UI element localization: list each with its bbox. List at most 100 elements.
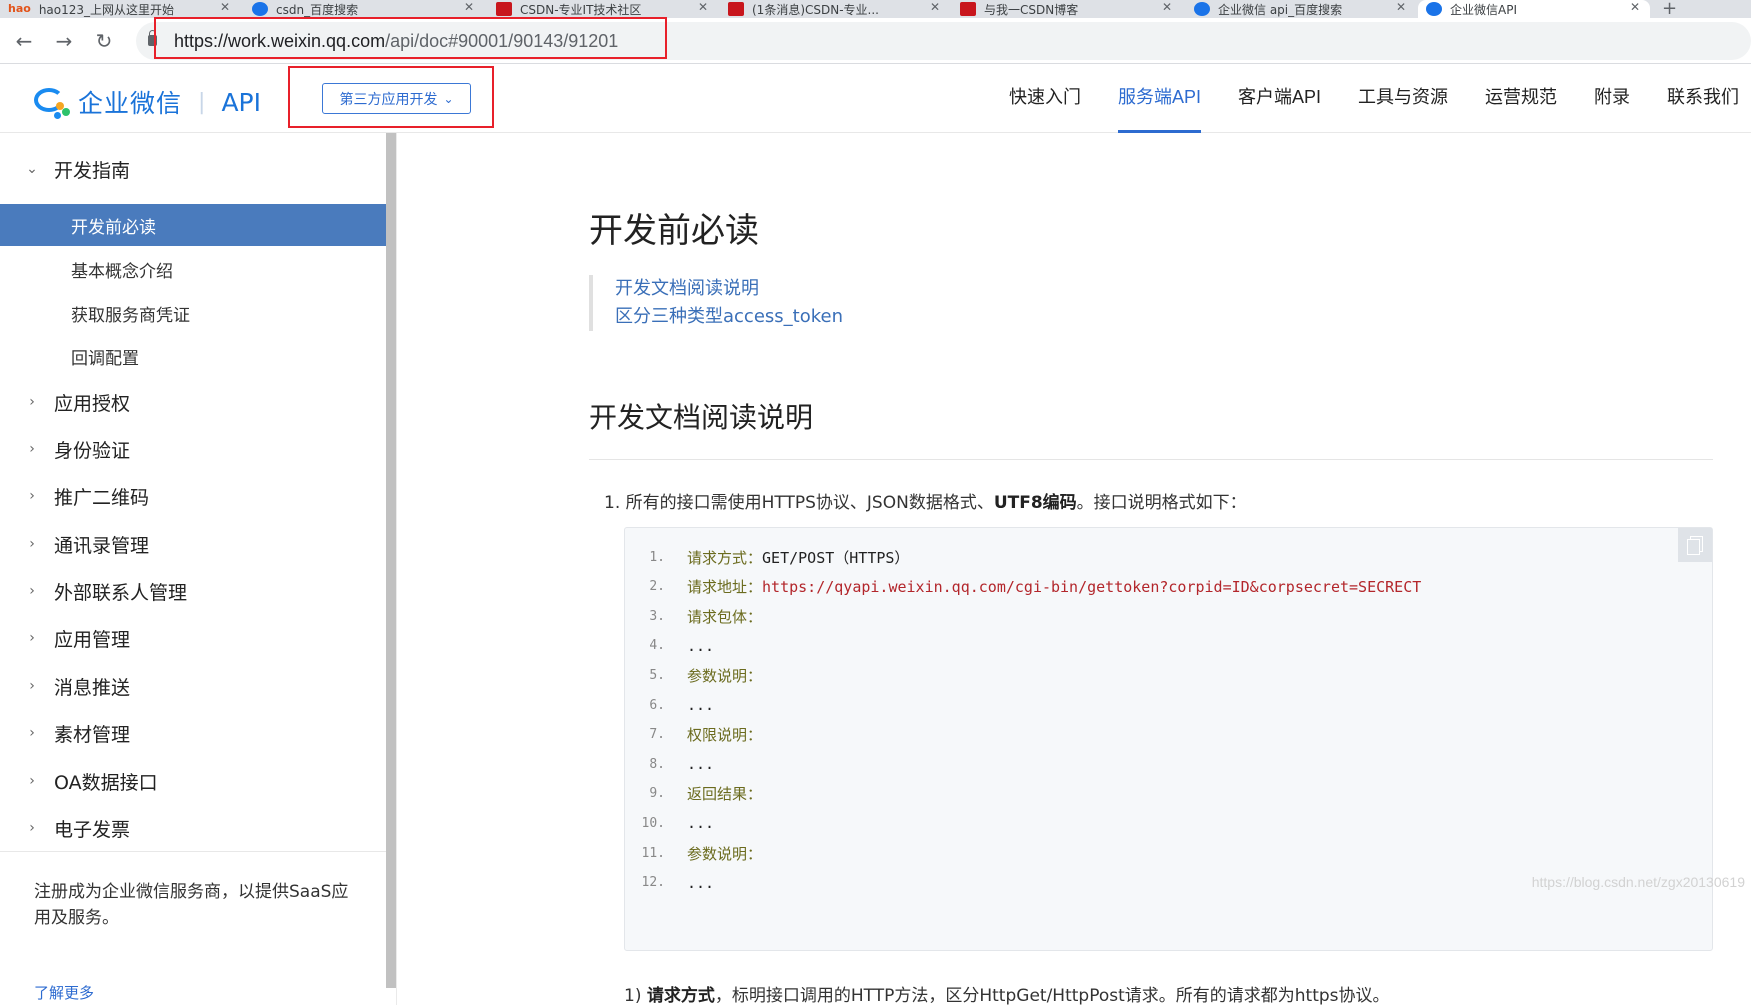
chevron-down-icon: ⌄ [443, 91, 454, 106]
code-line: 5. 参数说明： [625, 660, 762, 690]
tab-label: (1条消息)CSDN-专业... [752, 2, 879, 17]
browser-tab-strip: hao hao123_上网从这里开始 ✕ csdn_百度搜索 ✕ CSDN-专业… [0, 0, 1751, 18]
paragraph-text: ，标明接口调用的HTTP方法，区分HttpGet/HttpPost请求。所有的请… [714, 986, 1390, 1005]
sidebar-group-qrcode[interactable]: › 推广二维码 [0, 474, 386, 518]
address-bar[interactable]: https://work.weixin.qq.com/api/doc#90001… [136, 22, 1751, 60]
reload-icon[interactable]: ↻ [90, 28, 118, 56]
tab-label: 与我一CSDN博客 [984, 2, 1079, 17]
close-icon[interactable]: ✕ [698, 0, 708, 14]
paragraph-bold: 请求方式 [646, 986, 715, 1005]
browser-tab[interactable]: hao hao123_上网从这里开始 ✕ [0, 0, 240, 18]
app-type-dropdown[interactable]: 第三方应用开发 ⌄ [322, 83, 471, 114]
nav-server-api[interactable]: 服务端API [1117, 64, 1201, 133]
url-text[interactable]: https://work.weixin.qq.com/api/doc#90001… [174, 31, 618, 52]
scrollbar-thumb[interactable] [386, 133, 396, 988]
code-line-number: 11. [641, 845, 665, 861]
sidebar-group-contacts[interactable]: › 通讯录管理 [0, 522, 386, 566]
nav-client-api[interactable]: 客户端API [1238, 64, 1321, 133]
chevron-right-icon: › [29, 583, 35, 599]
code-line-text: ... [687, 637, 714, 655]
code-line-number: 5. [649, 667, 665, 683]
back-icon[interactable]: ← [10, 28, 38, 56]
section-divider [589, 459, 1713, 460]
browser-tab[interactable]: (1条消息)CSDN-专业... ✕ [720, 0, 950, 18]
sidebar-group-app-management[interactable]: › 应用管理 [0, 616, 386, 660]
code-line-text: ... [687, 755, 714, 773]
page-title: 开发前必读 [589, 211, 759, 251]
wecom-logo[interactable]: 企业微信 | API [34, 84, 261, 120]
sidebar-scrollbar[interactable] [386, 133, 396, 988]
code-line-text: ... [687, 814, 714, 832]
url-host: https://work.weixin.qq.com [174, 31, 386, 51]
wecom-icon [1426, 2, 1442, 16]
close-icon[interactable]: ✕ [1630, 0, 1640, 14]
code-line-text: 参数说明： [687, 843, 762, 864]
chevron-right-icon: › [29, 394, 35, 410]
chevron-right-icon: › [29, 678, 35, 694]
code-line-text: 请求包体： [687, 606, 762, 627]
sidebar-item-concepts[interactable]: 基本概念介绍 [0, 248, 386, 290]
url-path: /api/doc#90001/90143/91201 [385, 31, 619, 51]
code-line-value: ... [687, 755, 715, 774]
copy-icon[interactable] [1678, 528, 1712, 562]
code-line-text: 权限说明： [687, 724, 762, 745]
nav-operation-rules[interactable]: 运营规范 [1485, 64, 1557, 133]
sidebar-group-e-invoice[interactable]: › 电子发票 [0, 806, 386, 850]
hao123-icon: hao [8, 2, 31, 15]
brand-api: API [221, 87, 261, 117]
close-icon[interactable]: ✕ [464, 0, 474, 14]
learn-more-link[interactable]: 了解更多 [34, 982, 94, 1003]
nav-quickstart[interactable]: 快速入门 [1009, 64, 1081, 133]
lock-icon [148, 30, 157, 46]
toc-link-reading-guide[interactable]: 开发文档阅读说明 [615, 275, 843, 303]
browser-tab[interactable]: 与我一CSDN博客 ✕ [952, 0, 1182, 18]
code-line: 12.... [625, 868, 715, 898]
nav-contact[interactable]: 联系我们 [1667, 64, 1739, 133]
tab-label: 企业微信 api_百度搜索 [1218, 2, 1343, 17]
code-line-label: 请求方式： [687, 548, 763, 567]
sidebar-group-media[interactable]: › 素材管理 [0, 711, 386, 755]
code-line-value: ... [687, 696, 715, 714]
sidebar-group-dev-guide[interactable]: ⌄ 开发指南 [0, 147, 386, 191]
code-line: 4.... [625, 631, 714, 661]
code-line-label: 请求地址： [687, 578, 763, 597]
nav-tools[interactable]: 工具与资源 [1358, 64, 1448, 133]
toc-link-access-token[interactable]: 区分三种类型access_token [615, 303, 843, 331]
code-line-text: 请求地址：https://qyapi.weixin.qq.com/cgi-bin… [687, 576, 1421, 597]
code-line-number: 6. [649, 697, 665, 713]
code-line-text: 返回结果： [687, 783, 762, 804]
chevron-right-icon: › [29, 725, 35, 741]
code-line-value: GET/POST（HTTPS） [762, 548, 910, 567]
section-title: 开发文档阅读说明 [589, 401, 814, 434]
baidu-icon [252, 2, 268, 16]
browser-tab[interactable]: CSDN-专业IT技术社区 ✕ [488, 0, 718, 18]
code-line-value: ... [687, 814, 715, 833]
paragraph-text: 1. 所有的接口需使用HTTPS协议、JSON数据格式、 [604, 493, 994, 513]
sidebar-group-external-contacts[interactable]: › 外部联系人管理 [0, 569, 386, 613]
sidebar-item-callback[interactable]: 回调配置 [0, 335, 386, 377]
code-line-number: 12. [641, 875, 665, 891]
forward-icon[interactable]: → [50, 28, 78, 56]
wecom-logo-icon [34, 86, 72, 119]
sidebar-group-label: 外部联系人管理 [54, 581, 188, 604]
close-icon[interactable]: ✕ [220, 0, 230, 14]
tab-label: hao123_上网从这里开始 [38, 2, 175, 17]
watermark: https://blog.csdn.net/zgx20130619 [1531, 874, 1745, 890]
sidebar-item-provider-credential[interactable]: 获取服务商凭证 [0, 292, 386, 334]
sidebar-group-oa-data[interactable]: › OA数据接口 [0, 759, 386, 803]
sidebar-group-app-auth[interactable]: › 应用授权 [0, 380, 386, 424]
code-line-number: 1. [649, 549, 665, 565]
new-tab-button[interactable]: + [1662, 0, 1677, 18]
sidebar-item-before-dev[interactable]: 开发前必读 [0, 204, 386, 246]
close-icon[interactable]: ✕ [1396, 0, 1406, 14]
sidebar-group-identity[interactable]: › 身份验证 [0, 427, 386, 471]
browser-tab[interactable]: csdn_百度搜索 ✕ [244, 0, 484, 18]
close-icon[interactable]: ✕ [1162, 0, 1172, 14]
paragraph-text: 。接口说明格式如下： [1076, 493, 1247, 513]
browser-tab[interactable]: 企业微信 api_百度搜索 ✕ [1186, 0, 1416, 18]
nav-appendix[interactable]: 附录 [1594, 64, 1630, 133]
browser-tab-active[interactable]: 企业微信API ✕ [1418, 0, 1650, 18]
sidebar-group-messages[interactable]: › 消息推送 [0, 664, 386, 708]
close-icon[interactable]: ✕ [930, 0, 940, 14]
sidebar-group-label: 身份验证 [54, 439, 131, 462]
